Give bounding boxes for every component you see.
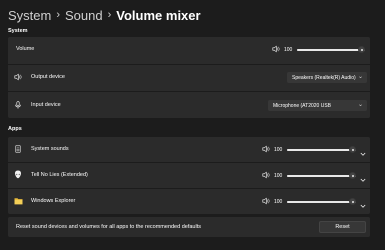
app-volume-slider-thumb[interactable]	[349, 172, 356, 179]
speaker-icon[interactable]	[262, 171, 270, 179]
chevron-down-icon[interactable]	[359, 197, 367, 208]
input-device-selected: Microphone (AT2020 USB	[273, 102, 331, 109]
app-volume-value: 100	[274, 147, 283, 153]
input-device-row: Input device Microphone (AT2020 USB ⌄	[8, 92, 370, 118]
volume-label: Volume	[16, 46, 35, 52]
volume-row: Volume 100	[8, 37, 370, 62]
output-device-label: Output device	[31, 74, 65, 80]
app-volume-slider[interactable]	[287, 198, 356, 205]
output-device-selected: Speakers (Realtek(R) Audio)	[292, 74, 356, 81]
breadcrumb: System › Sound › Volume mixer	[8, 6, 201, 24]
volume-slider[interactable]	[297, 46, 365, 53]
page-title: Volume mixer	[116, 7, 201, 23]
app-volume-slider-thumb[interactable]	[349, 146, 356, 153]
microphone-icon	[14, 101, 22, 109]
speaker-icon	[14, 73, 22, 81]
breadcrumb-separator: ›	[107, 9, 112, 21]
app-row-system-sounds: System sounds 100	[8, 137, 370, 162]
chevron-down-icon[interactable]	[359, 145, 367, 156]
reset-card: Reset sound devices and volumes for all …	[8, 217, 370, 237]
app-row-windows-explorer: Windows Explorer 100	[8, 189, 370, 214]
folder-icon	[14, 197, 23, 205]
input-device-label: Input device	[31, 102, 61, 108]
input-device-dropdown[interactable]: Microphone (AT2020 USB ⌄	[268, 100, 367, 111]
app-name: Tell No Lies (Extended)	[31, 172, 88, 178]
output-device-dropdown[interactable]: Speakers (Realtek(R) Audio) ⌄	[287, 72, 367, 83]
volume-slider-thumb[interactable]	[358, 46, 365, 53]
app-alien-icon	[14, 170, 22, 178]
speaker-icon[interactable]	[262, 145, 270, 153]
reset-description: Reset sound devices and volumes for all …	[16, 224, 201, 230]
chevron-down-icon[interactable]	[359, 171, 367, 182]
breadcrumb-system[interactable]: System	[8, 8, 51, 23]
breadcrumb-sound[interactable]: Sound	[65, 8, 103, 23]
app-volume-value: 100	[274, 173, 283, 179]
app-volume-value: 100	[274, 199, 283, 205]
app-name: Windows Explorer	[31, 198, 76, 204]
app-row-tell-no-lies: Tell No Lies (Extended) 100	[8, 163, 370, 188]
apps-card: System sounds 100 Tell No Lies (Extended…	[8, 137, 370, 214]
app-name: System sounds	[31, 146, 69, 152]
speaker-icon[interactable]	[272, 45, 280, 53]
app-volume-slider[interactable]	[287, 172, 356, 179]
volume-value: 100	[284, 47, 293, 53]
apps-section-title: Apps	[8, 126, 22, 132]
chevron-down-icon: ⌄	[357, 102, 363, 108]
system-section-title: System	[8, 28, 28, 34]
app-volume-slider-thumb[interactable]	[349, 198, 356, 205]
reset-button[interactable]: Reset	[319, 221, 366, 233]
breadcrumb-separator: ›	[56, 9, 61, 21]
speaker-icon[interactable]	[262, 197, 270, 205]
system-sounds-icon	[14, 145, 22, 153]
system-card: Volume 100 Output device Speakers (Realt…	[8, 37, 370, 118]
chevron-down-icon: ⌄	[357, 74, 363, 80]
app-volume-slider[interactable]	[287, 146, 356, 153]
output-device-row: Output device Speakers (Realtek(R) Audio…	[8, 65, 370, 90]
